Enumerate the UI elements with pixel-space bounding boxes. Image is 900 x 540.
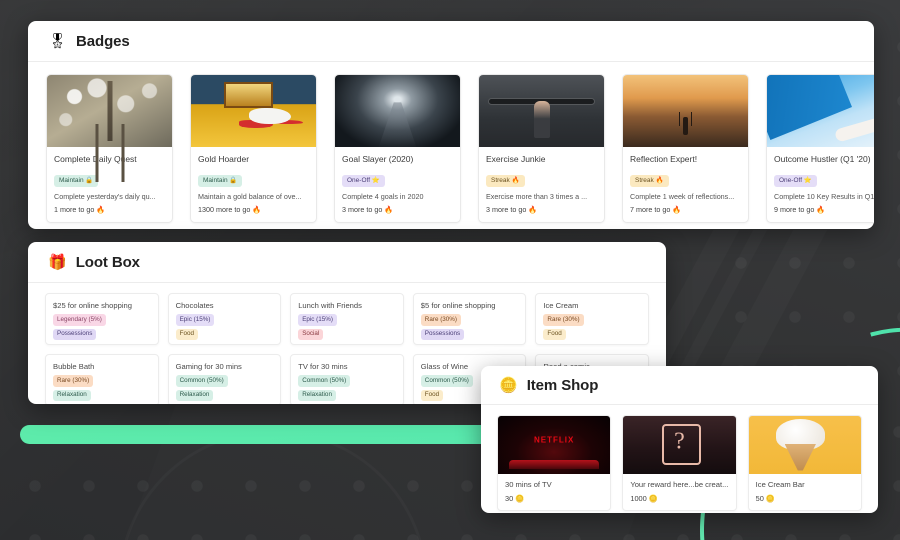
badge-description: Complete yesterday's daily qu... [54,192,156,202]
badge-name: Outcome Hustler (Q1 '20) [774,154,871,164]
badge-type-tag: Maintain 🔒 [54,175,99,188]
shop-item-image [623,416,736,474]
badge-image [767,75,874,147]
badge-type-tag: Maintain 🔒 [198,175,243,188]
loot-box-item[interactable]: Bubble Bath Rare (30%) Relaxation [45,354,159,404]
loot-box-item[interactable]: Lunch with Friends Epic (15%) Social [290,293,404,345]
badge-description: Maintain a gold balance of ove... [198,192,302,202]
badges-panel-header: 🎖 Badges [28,21,874,62]
badge-card[interactable]: Reflection Expert! Streak 🔥 Complete 1 wee… [622,74,749,224]
loot-rarity-tag: Rare (30%) [543,314,584,326]
badges-list: Complete Daily Quest Maintain 🔒 Complete y… [28,62,874,224]
badge-image [47,75,172,147]
loot-item-name: TV for 30 mins [298,362,348,371]
shop-item-name: 30 mins of TV [505,480,552,489]
shop-item-image [498,416,611,474]
loot-rarity-tag: Common (50%) [298,375,351,387]
shop-item-card[interactable]: 30 mins of TV 30 🪙 [497,415,612,511]
coin-icon: 🪙 [499,377,518,394]
badge-image [335,75,460,147]
loot-box-item[interactable]: $25 for online shopping Legendary (5%) Pos… [45,293,159,345]
shop-item-price: 50 🪙 [755,494,776,503]
badge-type-tag: Streak 🔥 [630,175,669,188]
loot-rarity-tag: Rare (30%) [53,375,94,387]
loot-category-tag: Relaxation [175,389,214,401]
badge-progress: 3 more to go 🔥 [342,205,394,215]
badge-name: Exercise Junkie [486,154,546,164]
badge-progress: 1300 more to go 🔥 [198,205,262,215]
badge-image [479,75,604,147]
loot-rarity-tag: Rare (30%) [420,314,461,326]
item-shop-list: 30 mins of TV 30 🪙 Your reward here...be c… [481,405,878,511]
item-shop-panel-header: 🪙 Item Shop [481,366,878,405]
shop-item-price: 1000 🪙 [630,494,659,503]
loot-category-tag: Possessions [53,328,97,340]
badge-name: Gold Hoarder [198,154,250,164]
shop-item-card[interactable]: Ice Cream Bar 50 🪙 [747,415,862,511]
badge-card[interactable]: Goal Slayer (2020) One-Off ⭐ Complete 4 go… [334,74,461,224]
loot-rarity-tag: Legendary (5%) [53,314,106,326]
shop-item-card[interactable]: Your reward here...be creat... 1000 🪙 [622,415,737,511]
loot-category-tag: Food [543,328,566,340]
loot-box-item[interactable]: $5 for online shopping Rare (30%) Possessi… [412,293,527,345]
shop-item-image [748,416,861,474]
loot-item-name: $5 for online shopping [420,301,496,310]
loot-rarity-tag: Epic (15%) [298,314,337,326]
loot-rarity-tag: Epic (15%) [175,314,215,326]
loot-item-name: Ice Cream [543,301,579,310]
shop-item-name: Your reward here...be creat... [630,480,729,489]
badge-description: Complete 1 week of reflections... [630,192,735,202]
item-shop-title: Item Shop [526,377,599,394]
loot-box-item[interactable]: Ice Cream Rare (30%) Food [535,293,649,345]
badge-progress: 7 more to go 🔥 [630,205,682,215]
loot-item-name: Lunch with Friends [298,301,362,310]
badge-image [191,75,316,147]
loot-box-panel-header: 🎁 Loot Box [28,242,666,283]
loot-category-tag: Food [175,328,198,340]
loot-category-tag: Possessions [420,328,465,340]
loot-category-tag: Relaxation [53,389,91,401]
loot-item-name: $25 for online shopping [53,301,132,310]
loot-box-item[interactable]: Gaming for 30 mins Common (50%) Relaxation [167,354,282,404]
badge-card[interactable]: Gold Hoarder Maintain 🔒 Maintain a gold ba… [190,74,317,224]
loot-rarity-tag: Common (50%) [420,375,473,387]
loot-category-tag: Relaxation [298,389,336,401]
badge-type-tag: One-Off ⭐ [774,175,817,188]
loot-box-title: Loot Box [75,254,140,271]
badge-progress: 9 more to go 🔥 [774,205,826,215]
badge-image [623,75,748,147]
medal-icon: 🎖 [48,33,68,50]
loot-item-name: Chocolates [175,301,214,310]
badges-title: Badges [76,33,130,50]
badge-type-tag: One-Off ⭐ [342,175,385,188]
badge-progress: 1 more to go 🔥 [54,205,106,215]
badge-progress: 3 more to go 🔥 [486,205,538,215]
badge-card[interactable]: Complete Daily Quest Maintain 🔒 Complete y… [46,74,173,224]
badge-card[interactable]: Outcome Hustler (Q1 '20) One-Off ⭐ Complet… [766,74,874,224]
badge-type-tag: Streak 🔥 [486,175,525,188]
loot-box-item[interactable]: Chocolates Epic (15%) Food [167,293,282,345]
loot-category-tag: Social [298,328,324,340]
item-shop-panel: 🪙 Item Shop 30 mins of TV 30 🪙 Your reward… [481,366,878,513]
badge-name: Complete Daily Quest [54,154,137,164]
badge-description: Complete 4 goals in 2020 [342,192,424,202]
gift-box-icon: 🎁 [48,254,67,271]
badge-name: Goal Slayer (2020) [342,154,414,164]
loot-category-tag: Food [420,389,444,401]
shop-item-price: 30 🪙 [505,494,525,503]
loot-item-name: Gaming for 30 mins [175,362,242,371]
badges-panel: 🎖 Badges Complete Daily Quest Maintain 🔒 C… [28,21,874,229]
badge-card[interactable]: Exercise Junkie Streak 🔥 Exercise more tha… [478,74,605,224]
loot-item-name: Bubble Bath [53,362,95,371]
shop-item-name: Ice Cream Bar [755,480,805,489]
badge-description: Exercise more than 3 times a ... [486,192,588,202]
badge-name: Reflection Expert! [630,154,698,164]
loot-box-item[interactable]: TV for 30 mins Common (50%) Relaxation [290,354,404,404]
badge-description: Complete 10 Key Results in Q1 ... [774,192,874,202]
loot-rarity-tag: Common (50%) [175,375,228,387]
